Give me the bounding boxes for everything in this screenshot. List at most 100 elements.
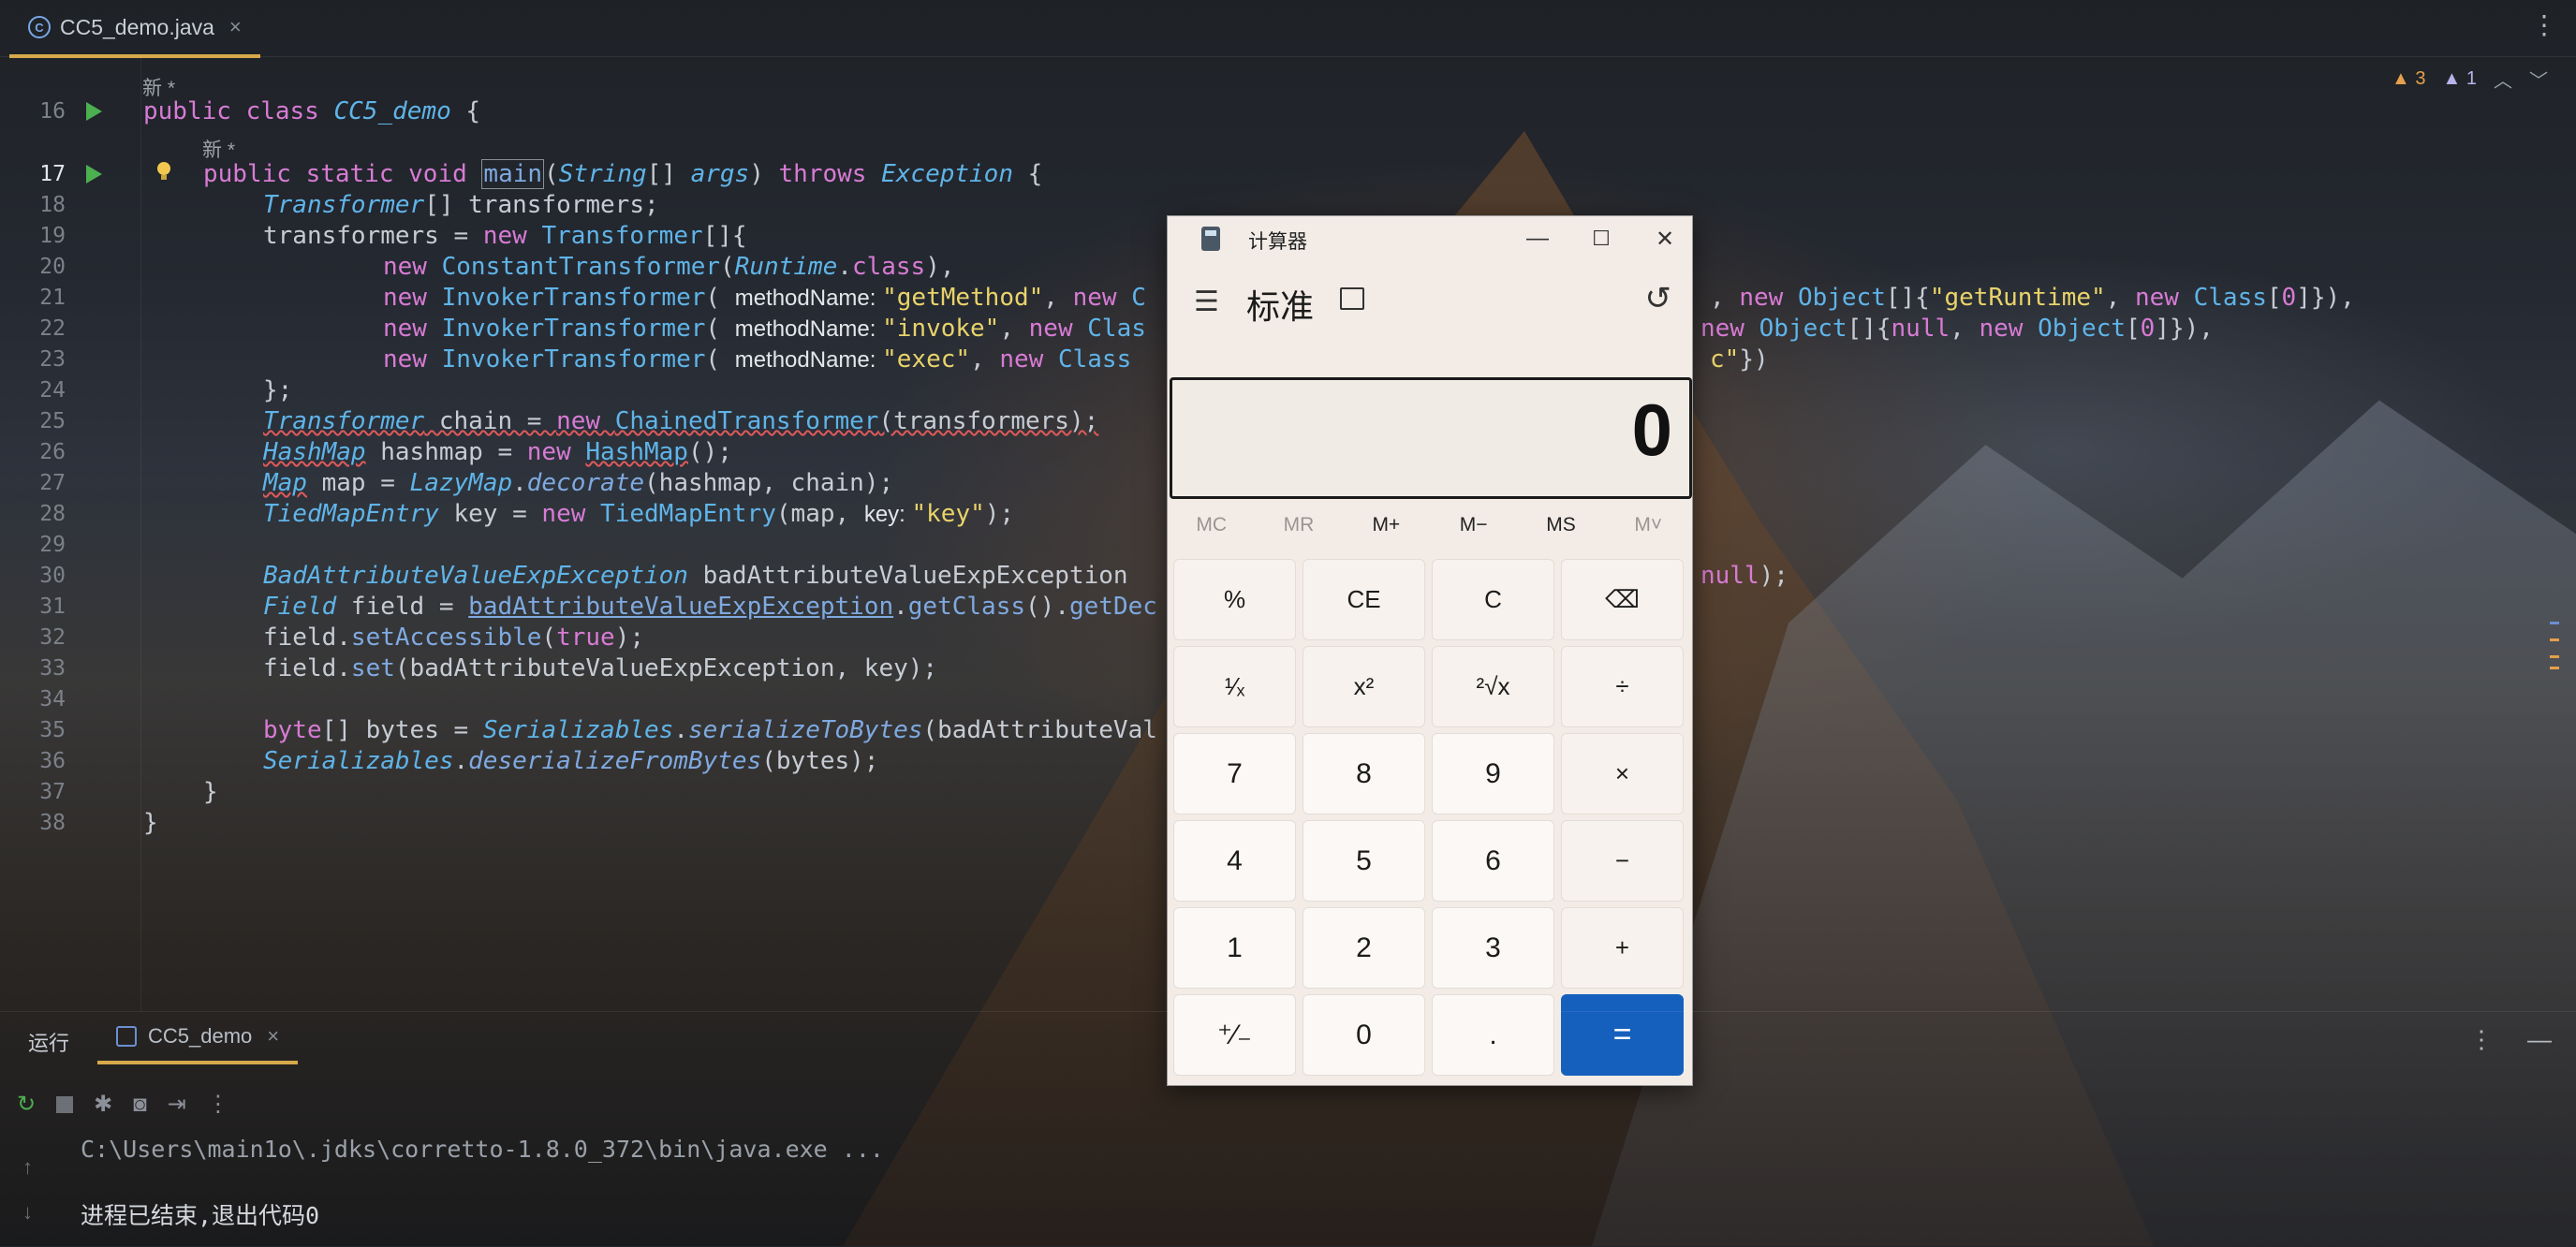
code-text: }	[203, 777, 218, 808]
code-token: setAccessible	[350, 624, 542, 652]
scroll-marker-warning[interactable]	[2550, 655, 2559, 658]
calculator-window[interactable]: 计算器 — ☐ ✕ ☰ 标准 ↺ 0 MC MR M+ M− MS M˅ % CE C ⌫ ¹⁄ₓ…	[1167, 215, 1693, 1086]
close-button[interactable]: ✕	[1641, 220, 1688, 257]
class-icon: C	[28, 16, 51, 38]
multiply-button[interactable]: ×	[1561, 733, 1684, 814]
code-token: key =	[438, 500, 542, 528]
digit-6-button[interactable]: 6	[1432, 820, 1554, 902]
calculator-mode-title: 标准	[1246, 287, 1315, 326]
digit-7-button[interactable]: 7	[1173, 733, 1296, 814]
stop-icon[interactable]	[56, 1095, 74, 1113]
hamburger-menu-icon[interactable]: ☰	[1194, 286, 1219, 318]
digit-9-button[interactable]: 9	[1432, 733, 1554, 814]
digit-4-button[interactable]: 4	[1173, 820, 1296, 902]
code-token: byte	[263, 716, 322, 744]
code-token: Transformer	[263, 191, 425, 219]
add-button[interactable]: +	[1561, 907, 1684, 989]
code-line[interactable]: 17 public static void main(String[] args)…	[0, 159, 2576, 190]
code-token: (hashmap, chain);	[644, 469, 894, 497]
sqrt-button[interactable]: ²√x	[1432, 646, 1554, 727]
up-arrow-icon[interactable]: ↑	[22, 1145, 33, 1190]
line-number: 20	[39, 255, 66, 279]
hide-panel-icon[interactable]: —	[2527, 1025, 2552, 1054]
keep-on-top-icon[interactable]	[1340, 287, 1364, 310]
more-run-options-icon[interactable]: ⋮	[207, 1091, 229, 1118]
warning-count[interactable]: ▲ 3	[2392, 68, 2425, 90]
next-highlight-icon[interactable]: ﹀	[2529, 66, 2548, 93]
digit-2-button[interactable]: 2	[1303, 907, 1425, 989]
code-text: new ConstantTransformer(Runtime.class),	[383, 252, 955, 283]
rerun-icon[interactable]: ↻	[17, 1091, 36, 1118]
digit-3-button[interactable]: 3	[1432, 907, 1554, 989]
exit-icon[interactable]: ⇥	[168, 1091, 186, 1118]
down-arrow-icon[interactable]: ↓	[22, 1190, 33, 1235]
digit-1-button[interactable]: 1	[1173, 907, 1296, 989]
code-token: []	[646, 160, 691, 188]
more-options-icon[interactable]: ⋮	[2531, 9, 2557, 40]
square-button[interactable]: x²	[1303, 646, 1425, 727]
clear-entry-button[interactable]: CE	[1303, 559, 1425, 640]
line-number: 27	[39, 471, 66, 495]
calculator-header: ☰ 标准 ↺	[1168, 269, 1692, 334]
memory-button-2[interactable]: M+	[1343, 505, 1430, 546]
maximize-button[interactable]: ☐	[1578, 220, 1625, 257]
code-token: (badAttributeVal	[922, 716, 1157, 744]
percent-button[interactable]: %	[1173, 559, 1296, 640]
code-text: }	[143, 808, 158, 839]
weak-warning-count[interactable]: ▲ 1	[2443, 68, 2477, 90]
code-token: .	[512, 469, 527, 497]
code-token: Map	[263, 469, 307, 497]
code-token: args	[690, 160, 750, 188]
code-token: (map,	[775, 500, 864, 528]
scroll-marker-warning[interactable]	[2550, 638, 2559, 641]
memory-button-3[interactable]: M−	[1430, 505, 1517, 546]
memory-button-1: MR	[1283, 514, 1315, 535]
run-tab-cc5-demo[interactable]: CC5_demo ×	[97, 1012, 299, 1064]
memory-button-0: MC	[1196, 514, 1227, 535]
history-icon[interactable]: ↺	[1645, 280, 1672, 317]
run-gutter-icon[interactable]	[86, 165, 102, 183]
lightbulb-icon[interactable]	[155, 161, 172, 182]
code-token: field.	[263, 654, 351, 682]
code-token: Transformer	[541, 222, 703, 250]
scroll-marker-warning[interactable]	[2550, 667, 2559, 669]
line-number: 18	[39, 193, 66, 217]
minimize-button[interactable]: —	[1514, 220, 1561, 257]
run-gutter-icon[interactable]	[86, 102, 102, 121]
previous-highlight-icon[interactable]: ︿	[2494, 66, 2512, 93]
digit-8-button[interactable]: 8	[1303, 733, 1425, 814]
memory-button-4[interactable]: MS	[1517, 505, 1604, 546]
calculator-titlebar[interactable]: 计算器 — ☐ ✕	[1168, 216, 1692, 261]
run-options-icon[interactable]: ⋮	[2469, 1025, 2494, 1054]
line-number: 31	[39, 594, 66, 619]
close-tab-icon[interactable]: ×	[229, 15, 242, 39]
code-token: (badAttributeValueExpException, key);	[394, 654, 938, 682]
editor-tab-cc5-demo[interactable]: C CC5_demo.java ×	[9, 0, 260, 58]
code-token: chain =	[424, 407, 557, 435]
backspace-button[interactable]: ⌫	[1561, 559, 1684, 640]
divide-button[interactable]: ÷	[1561, 646, 1684, 727]
close-run-tab-icon[interactable]: ×	[267, 1024, 279, 1049]
inspection-widget[interactable]: ▲ 3 ▲ 1 ︿ ﹀	[2392, 66, 2548, 93]
code-line[interactable]: 16 public class CC5_demo {	[0, 96, 2576, 127]
reciprocal-button[interactable]: ¹⁄ₓ	[1173, 646, 1296, 727]
code-token: .	[893, 593, 908, 621]
code-token: new	[1700, 315, 1759, 343]
clear-button[interactable]: C	[1432, 559, 1554, 640]
digit-5-button[interactable]: 5	[1303, 820, 1425, 902]
code-token: deserializeFromBytes	[468, 747, 762, 775]
screenshot-icon[interactable]: ◙	[133, 1092, 147, 1118]
code-token: 0	[2140, 315, 2156, 343]
code-token: transformers =	[263, 222, 483, 250]
code-token: badAttributeValueExpException	[468, 593, 894, 621]
line-number: 37	[39, 780, 66, 804]
code-token: "getRuntime"	[1929, 284, 2106, 312]
editor-tab-label: CC5_demo.java	[60, 14, 214, 39]
scroll-marker-info[interactable]	[2550, 622, 2559, 624]
debug-icon[interactable]: ✱	[94, 1091, 112, 1118]
code-token: ().	[1025, 593, 1069, 621]
code-token: ,	[2105, 284, 2135, 312]
code-token: (	[720, 253, 735, 281]
code-token: ChainedTransformer	[614, 407, 879, 435]
subtract-button[interactable]: −	[1561, 820, 1684, 902]
